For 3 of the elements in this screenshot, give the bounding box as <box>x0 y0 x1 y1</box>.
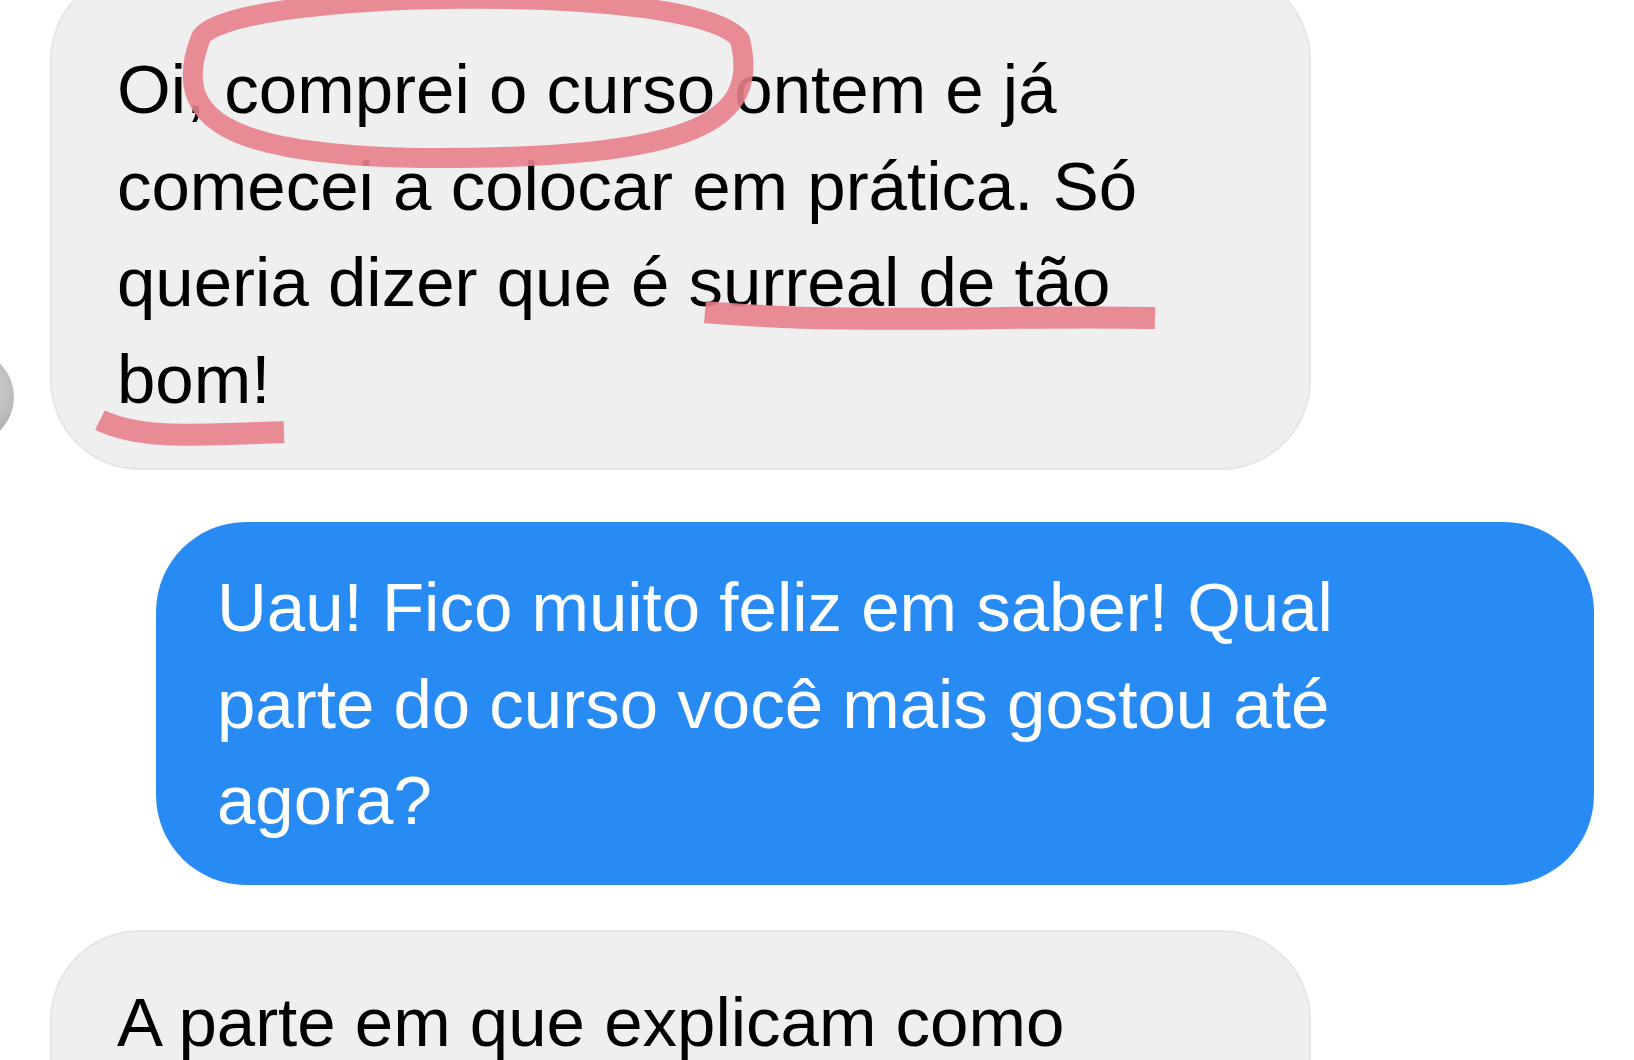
message-bubble: Uau! Fico muito feliz em saber! Qual parte do curso você mais gostou até agora? <box>156 522 1594 885</box>
message-bubble: Oi, comprei o curso ontem e já comecei a colocar em prática. Só queria dizer que é surreal de tão bom! <box>50 0 1311 470</box>
message-bubble: A parte em que explicam como <box>50 929 1311 1060</box>
